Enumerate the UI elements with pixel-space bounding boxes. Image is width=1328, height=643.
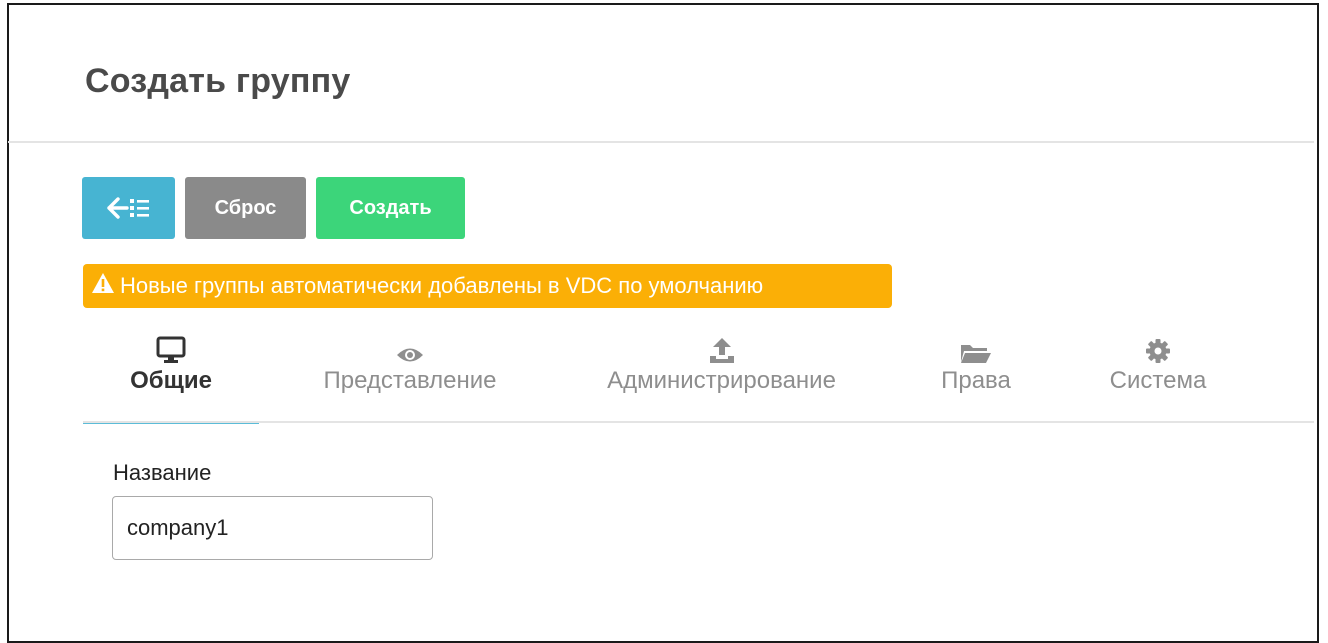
arrow-left-list-icon [106,196,151,220]
folder-open-icon [960,334,992,364]
tab-label: Система [1109,367,1207,394]
tab-administration[interactable]: Администрирование [583,330,860,422]
default-vdc-notice: Новые группы автоматически добавлены в V… [83,264,892,308]
name-input[interactable] [112,496,433,560]
tab-label: Общие [130,367,212,394]
toolbar: Сброс Создать [82,177,465,239]
page-title: Создать группу [85,62,351,100]
upload-icon [708,334,736,364]
tab-bar: Общие Представление Администрирование Пр… [83,330,1293,424]
gear-icon [1145,334,1171,364]
notice-text: Новые группы автоматически добавлены в V… [120,273,764,298]
warning-triangle-icon [91,272,115,300]
reset-button[interactable]: Сброс [185,177,306,239]
eye-icon [396,334,424,364]
create-button[interactable]: Создать [316,177,465,239]
tab-label: Права [941,367,1011,394]
monitor-icon [156,334,186,364]
title-divider [8,141,1314,143]
tab-general[interactable]: Общие [83,330,259,424]
tabs-divider [83,421,1314,423]
tab-rights[interactable]: Права [931,330,1021,422]
tab-label: Представление [323,367,497,394]
name-field-label: Название [113,460,212,485]
tab-label: Администрирование [607,367,836,394]
tab-system[interactable]: Система [1093,330,1223,422]
back-to-list-button[interactable] [82,177,175,239]
tab-view[interactable]: Представление [305,330,515,422]
